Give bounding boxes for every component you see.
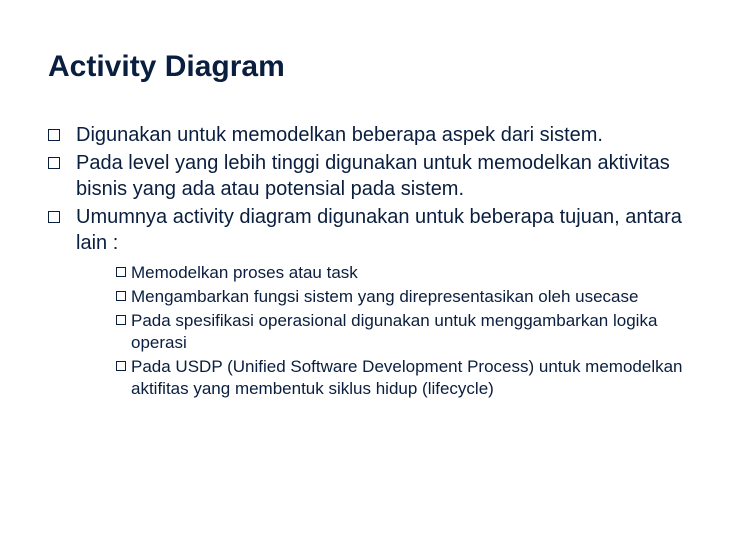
slide-title: Activity Diagram	[48, 50, 694, 84]
checkbox-icon	[116, 291, 126, 301]
sub-bullet-text: Pada USDP (Unified Software Development …	[131, 356, 694, 400]
checkbox-icon	[48, 157, 60, 169]
checkbox-icon	[48, 129, 60, 141]
list-item: Mengambarkan fungsi sistem yang direpres…	[116, 286, 694, 308]
list-item: Pada spesifikasi operasional digunakan u…	[116, 310, 694, 354]
checkbox-icon	[116, 267, 126, 277]
sub-bullet-text: Mengambarkan fungsi sistem yang direpres…	[131, 286, 694, 308]
list-item: Pada USDP (Unified Software Development …	[116, 356, 694, 400]
main-bullet-list: Digunakan untuk memodelkan beberapa aspe…	[48, 122, 694, 256]
sub-bullet-text: Memodelkan proses atau task	[131, 262, 694, 284]
list-item: Digunakan untuk memodelkan beberapa aspe…	[48, 122, 694, 148]
list-item: Pada level yang lebih tinggi digunakan u…	[48, 150, 694, 202]
bullet-text: Digunakan untuk memodelkan beberapa aspe…	[76, 122, 694, 148]
list-item: Memodelkan proses atau task	[116, 262, 694, 284]
checkbox-icon	[116, 315, 126, 325]
sub-bullet-text: Pada spesifikasi operasional digunakan u…	[131, 310, 694, 354]
bullet-text: Umumnya activity diagram digunakan untuk…	[76, 204, 694, 256]
checkbox-icon	[48, 211, 60, 223]
bullet-text: Pada level yang lebih tinggi digunakan u…	[76, 150, 694, 202]
list-item: Umumnya activity diagram digunakan untuk…	[48, 204, 694, 256]
sub-bullet-list: Memodelkan proses atau task Mengambarkan…	[48, 262, 694, 401]
checkbox-icon	[116, 361, 126, 371]
